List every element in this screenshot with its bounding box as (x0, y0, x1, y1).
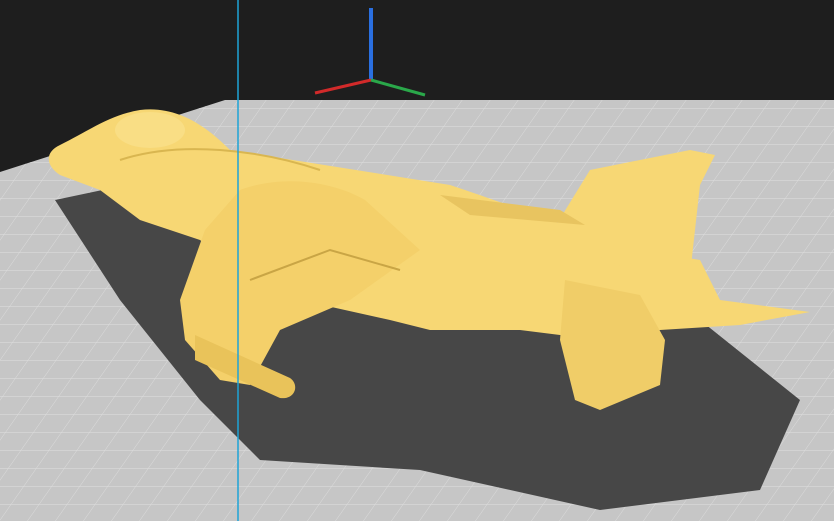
3d-viewport[interactable] (0, 0, 834, 521)
x-axis (314, 78, 372, 95)
scene (0, 0, 834, 521)
y-axis (370, 78, 426, 97)
